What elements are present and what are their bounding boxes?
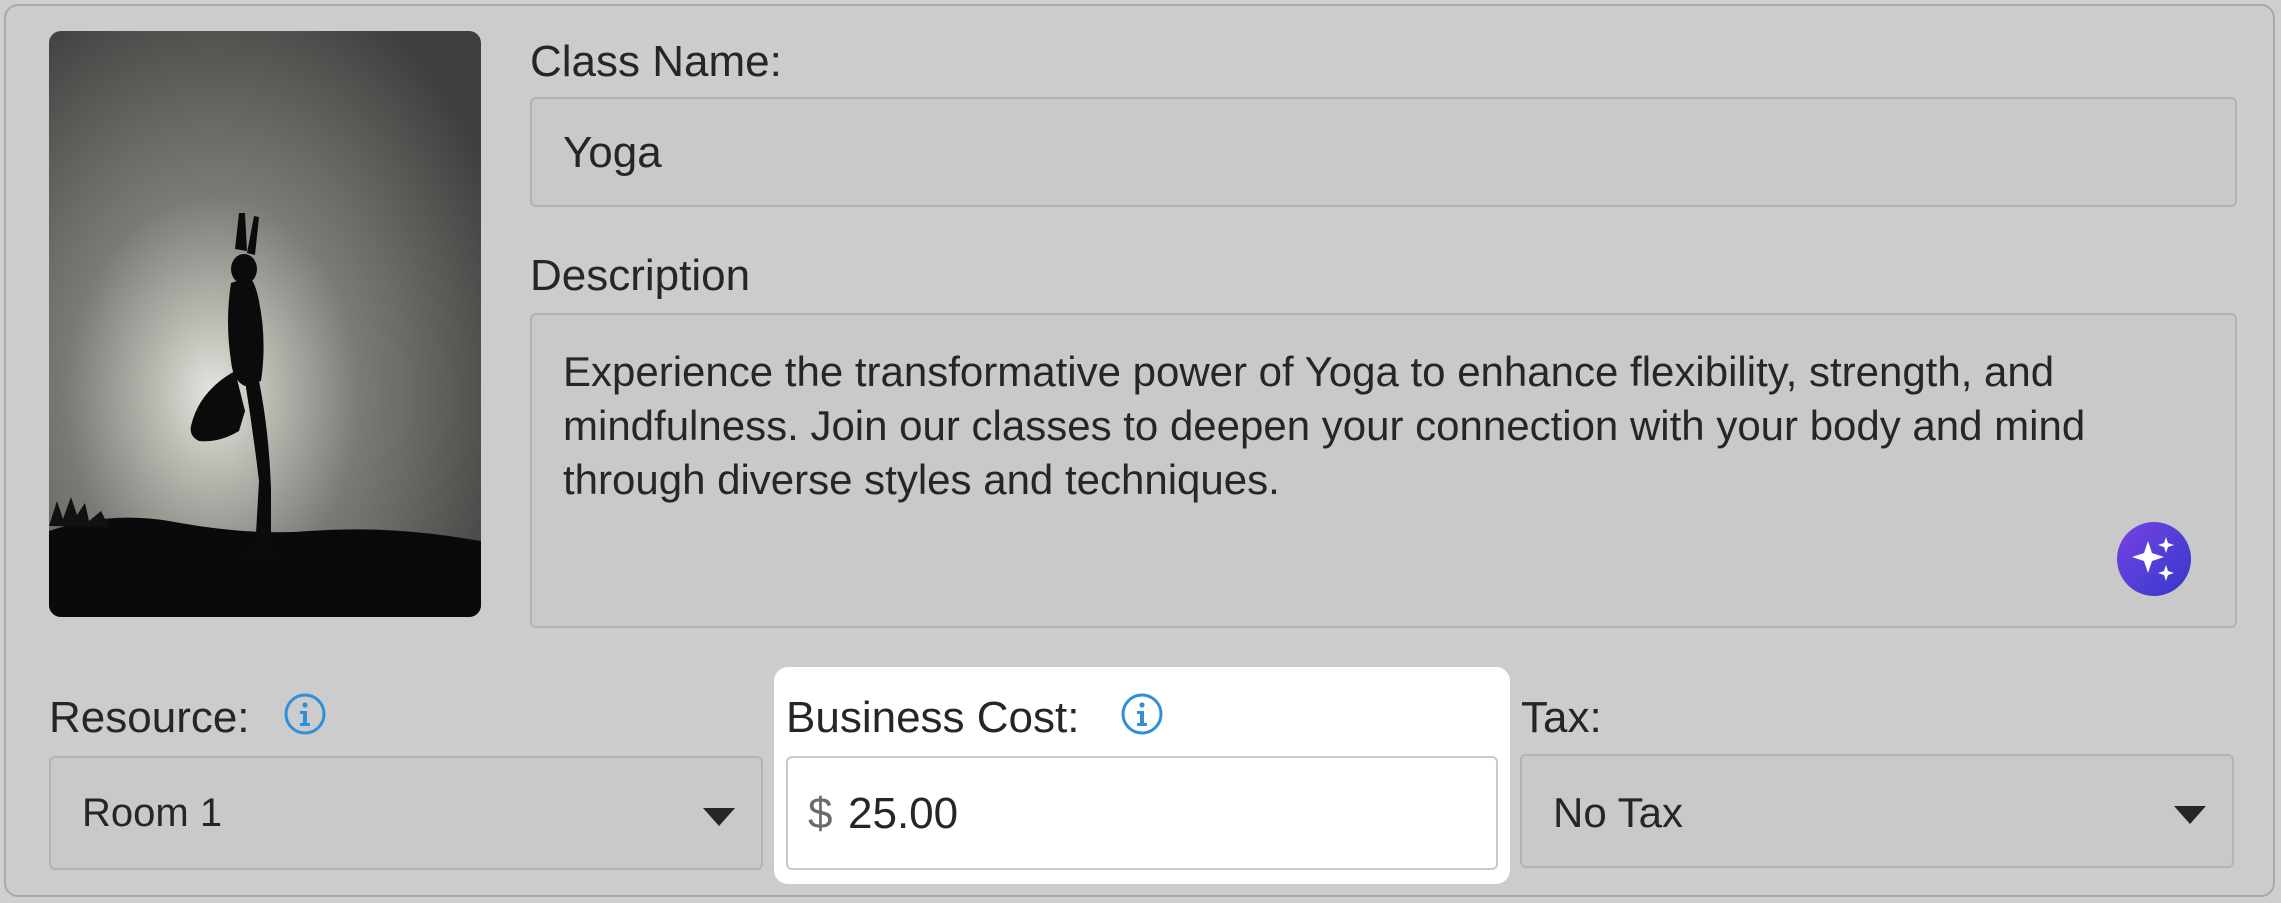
- class-name-input[interactable]: Yoga: [530, 97, 2237, 207]
- tax-selected-value: No Tax: [1553, 789, 1683, 836]
- class-photo[interactable]: [49, 31, 481, 617]
- resource-select[interactable]: Room 1: [49, 756, 763, 870]
- ai-generate-button[interactable]: [2117, 522, 2191, 596]
- yoga-silhouette-image: [49, 31, 481, 617]
- description-value: Experience the transformative power of Y…: [563, 348, 2086, 503]
- business-cost-input[interactable]: $ 25.00: [786, 756, 1498, 870]
- business-cost-info-icon[interactable]: [1120, 692, 1164, 736]
- description-label: Description: [530, 251, 751, 300]
- resource-selected-value: Room 1: [82, 791, 223, 835]
- resource-label: Resource:: [49, 693, 250, 742]
- business-cost-label: Business Cost:: [786, 693, 1080, 742]
- tax-label: Tax:: [1521, 693, 1602, 742]
- business-cost-value: 25.00: [848, 789, 959, 838]
- resource-info-icon[interactable]: [283, 692, 327, 736]
- resource-chevron-down-icon: [703, 808, 735, 826]
- class-name-value: Yoga: [563, 128, 662, 177]
- tax-select[interactable]: No Tax: [1520, 754, 2234, 868]
- class-name-label: Class Name:: [530, 37, 782, 86]
- description-textarea[interactable]: Experience the transformative power of Y…: [530, 313, 2237, 628]
- sparkles-icon: [2132, 537, 2174, 581]
- tax-chevron-down-icon: [2174, 806, 2206, 824]
- currency-symbol: $: [808, 789, 833, 838]
